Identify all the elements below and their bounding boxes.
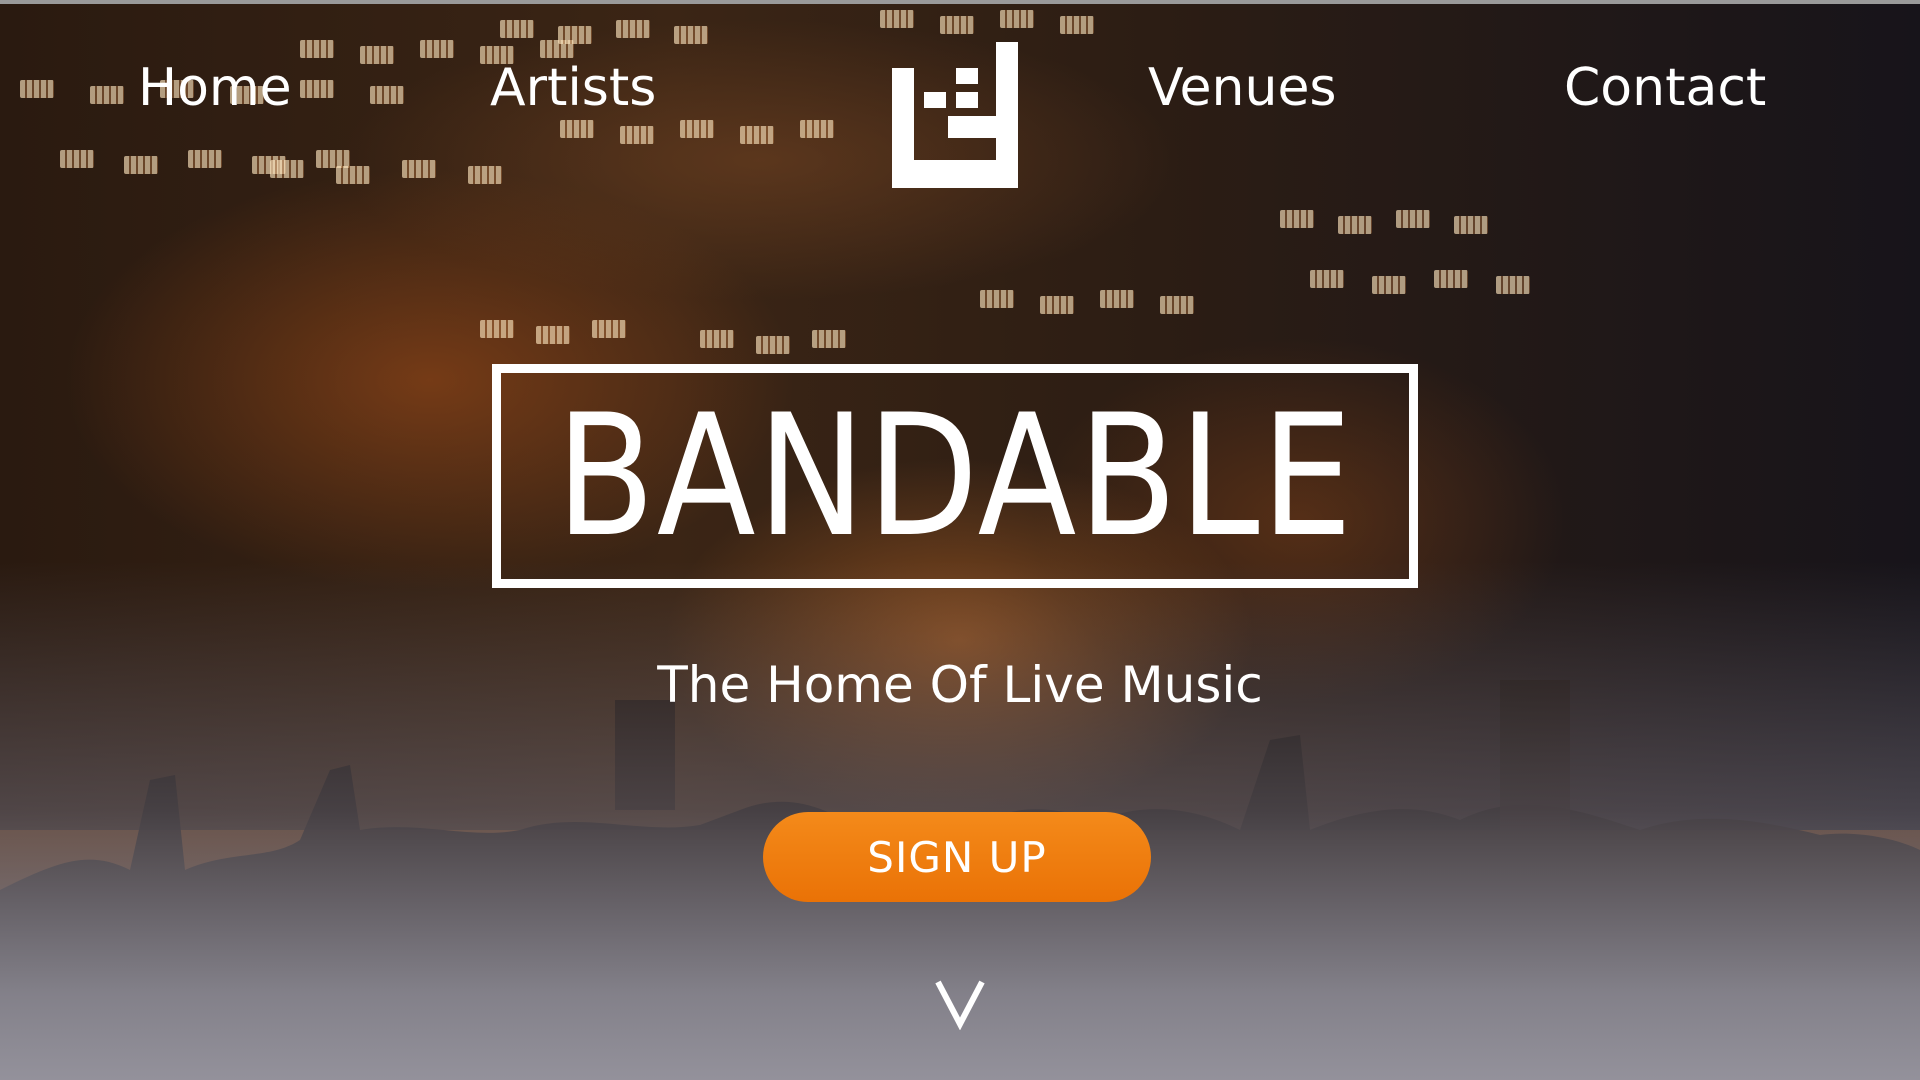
stage-light	[1100, 290, 1134, 308]
stage-light	[1496, 276, 1530, 294]
stage-light	[1372, 276, 1406, 294]
stage-light	[592, 320, 626, 338]
brand-title-frame: BANDABLE	[492, 364, 1418, 588]
stage-light	[1280, 210, 1314, 228]
nav-item-artists[interactable]: Artists	[490, 62, 656, 114]
stage-light	[1160, 296, 1194, 314]
hero-tagline: The Home Of Live Music	[657, 656, 1263, 714]
stage-light	[1454, 216, 1488, 234]
stage-light	[1338, 216, 1372, 234]
hero-section: Home Artists Venues Contact BANDABLE The…	[0, 0, 1920, 1080]
stage-light	[1434, 270, 1468, 288]
stage-light	[1396, 210, 1430, 228]
bandable-logo-icon[interactable]	[892, 42, 1018, 188]
stage-light	[756, 336, 790, 354]
brand-title: BANDABLE	[555, 378, 1355, 574]
nav-item-venues[interactable]: Venues	[1148, 62, 1337, 114]
stage-light	[480, 320, 514, 338]
stage-light	[812, 330, 846, 348]
stage-light	[980, 290, 1014, 308]
main-nav: Home Artists Venues Contact	[0, 0, 1920, 190]
stage-light	[1310, 270, 1344, 288]
stage-light	[536, 326, 570, 344]
chevron-down-icon[interactable]	[934, 978, 986, 1030]
nav-item-home[interactable]: Home	[138, 62, 292, 114]
nav-item-contact[interactable]: Contact	[1564, 62, 1766, 114]
stage-light	[1040, 296, 1074, 314]
stage-light	[700, 330, 734, 348]
sign-up-button[interactable]: SIGN UP	[763, 812, 1151, 902]
